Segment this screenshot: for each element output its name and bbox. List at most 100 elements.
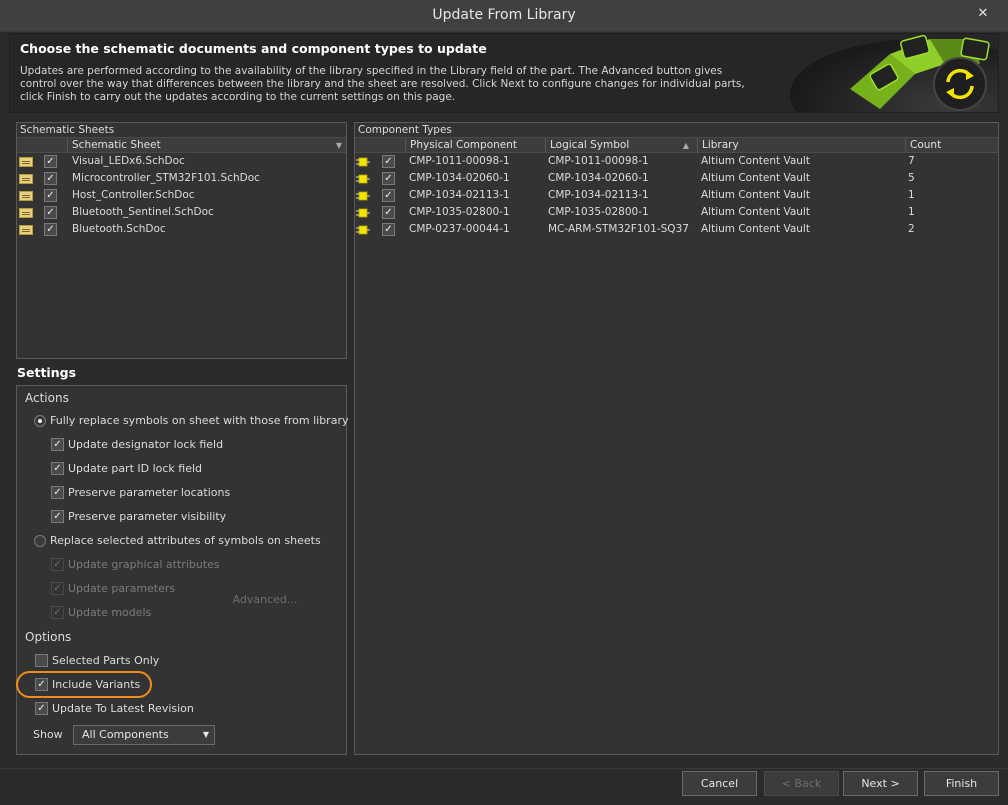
- sheet-icon: [19, 208, 33, 218]
- count-cell: 5: [908, 172, 915, 184]
- show-label: Show: [33, 728, 63, 741]
- table-row[interactable]: ✓ Bluetooth.SchDoc: [17, 221, 346, 238]
- component-icon: [356, 174, 370, 184]
- finish-button[interactable]: Finish: [924, 771, 999, 796]
- logical-symbol-cell: MC-ARM-STM32F101-SQ37: [548, 223, 689, 235]
- library-cell: Altium Content Vault: [701, 189, 810, 201]
- window-title: Update From Library: [432, 7, 576, 23]
- physical-component-cell: CMP-1034-02113-1: [409, 189, 510, 201]
- table-row[interactable]: ✓ CMP-1035-02800-1 CMP-1035-02800-1 Altium …: [355, 204, 998, 221]
- schematic-sheet-column-label: Schematic Sheet: [72, 139, 161, 151]
- component-types-header: Physical Component Logical Symbol ▲ Libr…: [355, 137, 998, 153]
- update-designator-lock-label: Update designator lock field: [68, 438, 224, 451]
- component-icon: [356, 208, 370, 218]
- sheet-icon: [19, 225, 33, 235]
- logical-symbol-column-label: Logical Symbol: [550, 139, 630, 151]
- logical-symbol-cell: CMP-1011-00098-1: [548, 155, 649, 167]
- logical-symbol-cell: CMP-1034-02060-1: [548, 172, 649, 184]
- library-cell: Altium Content Vault: [701, 206, 810, 218]
- dropdown-arrow-icon: ▼: [202, 730, 209, 739]
- physical-component-cell: CMP-1011-00098-1: [409, 155, 510, 167]
- table-row[interactable]: ✓ CMP-0237-00044-1 MC-ARM-STM32F101-SQ37 Al…: [355, 221, 998, 238]
- table-row[interactable]: ✓ Visual_LEDx6.SchDoc: [17, 153, 346, 170]
- settings-title: Settings: [17, 365, 77, 380]
- advanced-button[interactable]: Advanced...: [228, 590, 302, 612]
- replace-selected-label: Replace selected attributes of symbols o…: [50, 534, 321, 547]
- count-cell: 2: [908, 223, 915, 235]
- replace-selected-radio[interactable]: [34, 535, 46, 547]
- update-parameters-checkbox[interactable]: ✓: [51, 582, 64, 595]
- update-parameters-label: Update parameters: [68, 582, 176, 595]
- fully-replace-radio[interactable]: [34, 415, 46, 427]
- sheet-name: Visual_LEDx6.SchDoc: [72, 155, 185, 167]
- table-row[interactable]: ✓ Bluetooth_Sentinel.SchDoc: [17, 204, 346, 221]
- show-dropdown[interactable]: All Components ▼: [73, 725, 215, 745]
- update-part-id-lock-label: Update part ID lock field: [68, 462, 203, 475]
- fully-replace-label: Fully replace symbols on sheet with thos…: [50, 414, 349, 427]
- schematic-sheet-column[interactable]: Schematic Sheet ▼: [67, 138, 346, 153]
- component-types-title: Component Types: [358, 124, 452, 136]
- schematic-sheets-header: Schematic Sheet ▼: [17, 137, 346, 153]
- next-button[interactable]: Next >: [843, 771, 918, 796]
- back-button[interactable]: < Back: [764, 771, 839, 796]
- component-checkbox[interactable]: ✓: [382, 206, 395, 219]
- sheet-icon: [19, 191, 33, 201]
- library-cell: Altium Content Vault: [701, 172, 810, 184]
- actions-label: Actions: [25, 391, 69, 405]
- update-latest-revision-label: Update To Latest Revision: [52, 702, 194, 715]
- update-graphic: [780, 34, 998, 112]
- sort-arrow-icon: ▼: [335, 141, 342, 150]
- schematic-sheets-title: Schematic Sheets: [20, 124, 115, 136]
- update-graphical-attributes-label: Update graphical attributes: [68, 558, 220, 571]
- physical-component-cell: CMP-1035-02800-1: [409, 206, 510, 218]
- logical-symbol-cell: CMP-1035-02800-1: [548, 206, 649, 218]
- update-designator-lock-checkbox[interactable]: ✓: [51, 438, 64, 451]
- sheet-checkbox[interactable]: ✓: [44, 172, 57, 185]
- table-row[interactable]: ✓ CMP-1034-02060-1 CMP-1034-02060-1 Altium …: [355, 170, 998, 187]
- preserve-parameter-visibility-checkbox[interactable]: ✓: [51, 510, 64, 523]
- sheet-checkbox[interactable]: ✓: [44, 189, 57, 202]
- physical-component-column[interactable]: Physical Component: [405, 138, 545, 153]
- count-column[interactable]: Count: [905, 138, 998, 153]
- component-checkbox[interactable]: ✓: [382, 223, 395, 236]
- logical-symbol-column[interactable]: Logical Symbol ▲: [545, 138, 697, 153]
- schematic-sheets-panel: Schematic Sheets Schematic Sheet ▼ ✓ Visu…: [16, 122, 347, 359]
- sheet-name: Host_Controller.SchDoc: [72, 189, 195, 201]
- table-row[interactable]: ✓ Microcontroller_STM32F101.SchDoc: [17, 170, 346, 187]
- count-cell: 1: [908, 206, 915, 218]
- update-models-checkbox[interactable]: ✓: [51, 606, 64, 619]
- include-variants-highlight: [16, 671, 152, 698]
- wizard-header: Choose the schematic documents and compo…: [9, 33, 999, 113]
- update-models-label: Update models: [68, 606, 152, 619]
- sheet-checkbox[interactable]: ✓: [44, 155, 57, 168]
- library-cell: Altium Content Vault: [701, 155, 810, 167]
- page-description: Updates are performed according to the a…: [20, 65, 745, 103]
- count-cell: 1: [908, 189, 915, 201]
- library-column[interactable]: Library: [697, 138, 905, 153]
- sheet-name: Microcontroller_STM32F101.SchDoc: [72, 172, 260, 184]
- table-row[interactable]: ✓ CMP-1011-00098-1 CMP-1011-00098-1 Altium …: [355, 153, 998, 170]
- page-heading: Choose the schematic documents and compo…: [20, 41, 487, 56]
- sheet-checkbox[interactable]: ✓: [44, 206, 57, 219]
- component-checkbox[interactable]: ✓: [382, 189, 395, 202]
- settings-panel: Actions Fully replace symbols on sheet w…: [16, 385, 349, 755]
- preserve-parameter-visibility-label: Preserve parameter visibility: [68, 510, 227, 523]
- component-checkbox[interactable]: ✓: [382, 172, 395, 185]
- component-checkbox[interactable]: ✓: [382, 155, 395, 168]
- preserve-parameter-locations-checkbox[interactable]: ✓: [51, 486, 64, 499]
- sheet-icon: [19, 157, 33, 167]
- sheet-checkbox[interactable]: ✓: [44, 223, 57, 236]
- update-graphical-attributes-checkbox[interactable]: ✓: [51, 558, 64, 571]
- table-row[interactable]: ✓ Host_Controller.SchDoc: [17, 187, 346, 204]
- update-part-id-lock-checkbox[interactable]: ✓: [51, 462, 64, 475]
- sheet-name: Bluetooth_Sentinel.SchDoc: [72, 206, 214, 218]
- component-icon: [356, 157, 370, 167]
- close-icon[interactable]: ✕: [974, 6, 992, 24]
- selected-parts-only-label: Selected Parts Only: [52, 654, 160, 667]
- sheet-icon: [19, 174, 33, 184]
- update-latest-revision-checkbox[interactable]: ✓: [35, 702, 48, 715]
- cancel-button[interactable]: Cancel: [682, 771, 757, 796]
- count-cell: 7: [908, 155, 915, 167]
- table-row[interactable]: ✓ CMP-1034-02113-1 CMP-1034-02113-1 Altium …: [355, 187, 998, 204]
- selected-parts-only-checkbox[interactable]: [35, 654, 48, 667]
